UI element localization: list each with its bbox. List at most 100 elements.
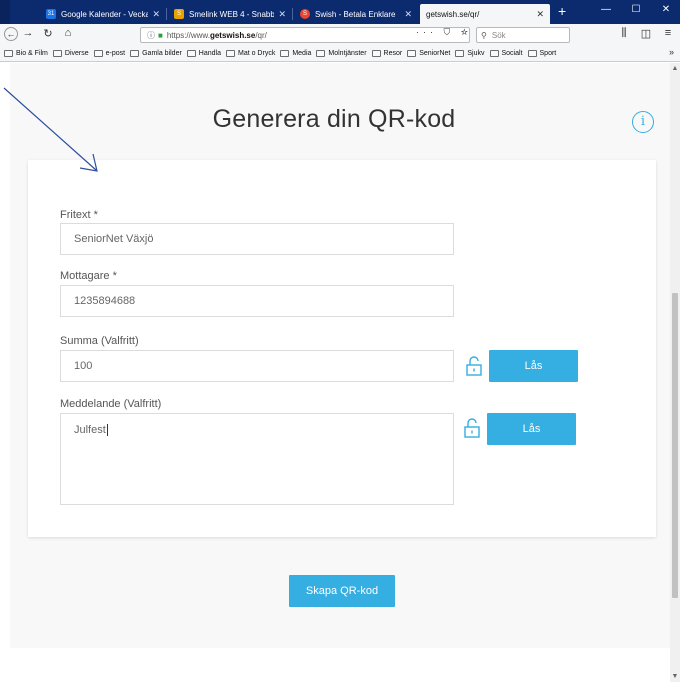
bookmark-label: SeniorNet [419,50,451,57]
bookmark-label: Handla [198,50,221,57]
page-scrollbar[interactable]: ▲ ▼ [670,63,680,682]
tab-getswish-qr[interactable]: getswish.se/qr/ ✕ [420,4,550,24]
bookmark-folder[interactable]: Handla [186,50,221,57]
bookmark-label: Molntjänster [328,50,367,57]
summa-lock-button[interactable]: Lås [489,350,578,382]
bookmarks-toolbar: Bio & Film Diverse e-post Gamla bilder Handl… [0,46,680,62]
window-frame [0,0,10,24]
bookmark-label: Sjukv [467,50,485,57]
bookmark-label: Gamla bilder [142,50,182,57]
tab-title: Google Kalender - Veckan [61,9,149,19]
bookmark-label: Mat o Dryck [237,50,276,57]
sidebar-icon[interactable]: ◫ [638,27,654,40]
navigation-toolbar: ← → ↻ ⌂ ⓘ ■ https://www. getswish.se/qr/ … [0,24,680,46]
page-actions-icons[interactable]: ··· ⛉ ☆ [416,27,472,38]
folder-icon [316,50,326,57]
bookmark-folder[interactable]: Diverse [52,50,89,57]
reload-icon[interactable]: ↻ [40,27,56,40]
folder-icon [4,50,13,57]
scroll-up-icon[interactable]: ▲ [670,65,680,72]
lock-icon: ■ [158,30,163,40]
meddelande-value: Julfest [74,424,106,436]
bookmark-label: Bio & Film [16,50,48,57]
folder-icon [489,50,499,57]
unlock-icon[interactable] [464,418,480,438]
tab-google-kalender[interactable]: 31 Google Kalender - Veckan ✕ [40,4,166,24]
bookmark-label: Resor [383,50,403,57]
menu-icon[interactable]: ≡ [660,27,676,39]
page-content: Generera din QR-kod i Fritext * SeniorNe… [10,63,670,682]
close-tab-icon[interactable]: ✕ [278,9,286,20]
folder-icon [280,50,290,57]
bookmarks-overflow-icon[interactable]: » [669,47,674,57]
scroll-down-icon[interactable]: ▼ [670,673,680,680]
library-icon[interactable]: ⫼ [616,27,632,40]
back-icon[interactable]: ← [4,27,18,41]
folder-icon [93,50,103,57]
mottagare-input[interactable]: 1235894688 [60,285,454,317]
folder-icon [455,50,465,57]
close-tab-icon[interactable]: ✕ [152,9,160,20]
search-icon: ⚲ [481,30,487,40]
tab-separator [292,8,293,20]
bookmark-folder[interactable]: Sport [527,50,557,57]
bookmark-folder[interactable]: Socialt [489,50,523,57]
bookmark-label: Diverse [64,50,89,57]
bookmark-folder[interactable]: Bio & Film [4,50,48,57]
search-placeholder: Sök [491,30,506,40]
bookmark-folder[interactable]: Resor [371,50,403,57]
close-window-icon[interactable]: ✕ [656,4,676,15]
bookmark-folder[interactable]: e-post [93,50,126,57]
folder-icon [186,50,196,57]
meddelande-label: Meddelande (Valfritt) [60,398,162,410]
bookmark-folder[interactable]: SeniorNet [407,50,450,57]
bookmark-label: e-post [105,50,126,57]
swish-icon: S [300,9,310,19]
search-bar[interactable]: ⚲ Sök [476,27,570,43]
folder-icon [52,50,62,57]
smelink-icon: S [174,9,184,19]
bookmark-folder[interactable]: Gamla bilder [130,50,182,57]
bookmark-folder[interactable]: Media [280,50,311,57]
summa-input[interactable]: 100 [60,350,454,382]
maximize-icon[interactable]: ☐ [626,4,646,15]
qr-form-card: Fritext * SeniorNet Växjö Mottagare * 12… [28,160,656,537]
tab-title: Smelink WEB 4 - Snabb & [189,9,275,19]
url-domain: getswish.se [209,30,256,40]
summa-label: Summa (Valfritt) [60,335,139,347]
page-footer-band [10,648,670,682]
bookmark-label: Media [292,50,312,57]
text-cursor [106,424,108,436]
bookmark-label: Sport [539,50,557,57]
screen: 31 Google Kalender - Veckan ✕ S Smelink … [0,0,680,682]
minimize-icon[interactable]: — [596,4,616,15]
info-icon[interactable]: i [632,111,654,133]
meddelande-textarea[interactable]: Julfest [60,413,454,505]
unlock-icon[interactable] [466,356,482,376]
bookmark-folder[interactable]: Mat o Dryck [225,50,276,57]
bookmark-label: Socialt [501,50,523,57]
create-qr-button[interactable]: Skapa QR-kod [289,575,395,607]
folder-icon [527,50,537,57]
tab-bar: 31 Google Kalender - Veckan ✕ S Smelink … [0,0,680,24]
tab-separator [166,8,167,20]
new-tab-icon[interactable]: + [558,3,566,19]
page-title: Generera din QR-kod [212,105,456,133]
folder-icon [371,50,381,57]
meddelande-lock-button[interactable]: Lås [487,413,576,445]
folder-icon [407,50,417,57]
bookmark-folder[interactable]: Molntjänster [316,50,367,57]
forward-icon[interactable]: → [20,27,36,39]
folder-icon [225,50,235,57]
close-tab-icon[interactable]: ✕ [536,9,544,20]
fritext-input[interactable]: SeniorNet Växjö [60,223,454,255]
tab-swish[interactable]: S Swish - Betala Enklare ✕ [294,4,418,24]
scrollbar-thumb[interactable] [672,293,678,598]
close-tab-icon[interactable]: ✕ [404,9,412,20]
bookmark-folder[interactable]: Sjukv [455,50,485,57]
home-icon[interactable]: ⌂ [60,27,76,39]
site-info-icon[interactable]: ⓘ [147,30,155,41]
tab-title: getswish.se/qr/ [426,9,480,19]
tab-smelink[interactable]: S Smelink WEB 4 - Snabb & ✕ [168,4,292,24]
folder-icon [130,50,140,57]
